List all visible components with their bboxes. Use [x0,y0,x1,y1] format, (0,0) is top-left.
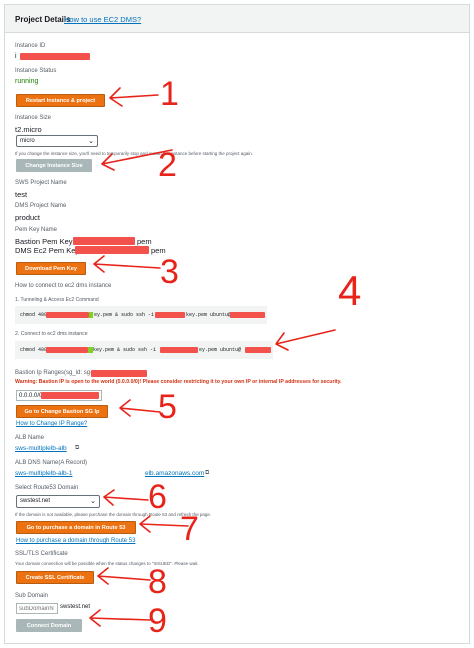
dms-pem-suffix: pem [151,246,166,255]
redaction [245,347,271,353]
change-ip-range-link[interactable]: How to Change IP Range? [16,421,87,427]
project-details-panel: Project Details How to use EC2 DMS? Inst… [4,4,470,644]
page-title: Project Details [15,15,71,24]
redaction [20,53,90,60]
cmd1-end: key.pem ubuntu@ [186,312,232,318]
connect-domain-button[interactable]: Connect Domain [16,619,82,632]
sws-project-value: test [15,190,28,199]
create-ssl-button[interactable]: Create SSL Certificate [16,571,94,584]
pem-key-label: Pem Key Name [15,227,58,233]
alb-name-label: ALB Name [15,435,45,441]
external-link-icon[interactable]: ⧉ [205,470,209,477]
redaction [230,312,265,318]
instance-id-value: i [15,53,17,60]
external-link-icon[interactable]: ⧉ [75,445,79,452]
alb-dns-label: ALB DNS Name(A Record) [15,460,88,466]
route53-label: Select Route53 Domain [15,485,79,491]
subdomain-suffix: swstest.net [60,604,91,610]
subdomain-label: Sub Domain [15,593,49,599]
chevron-down-icon: ⌄ [90,498,96,505]
change-instance-size-button[interactable]: Change Instance Size [16,159,92,172]
instance-id-label: Instance ID [15,43,46,49]
ssl-label: SSL/TLS Certificate [15,551,68,557]
route53-help: If the domain is not available, please p… [15,512,212,517]
alb-dns-link-end[interactable]: elb.amazonaws.com [145,470,204,477]
connect-title: How to connect to ec2 dms instance [15,283,112,289]
cmd2-start: chmod 400 [20,347,48,353]
restart-instance-button[interactable]: Restart Instance & project [16,94,105,107]
redaction [73,237,135,245]
redaction [46,312,89,318]
instance-size-label: Instance Size [15,115,52,121]
route53-selected: swstest.net [20,498,51,504]
change-bastion-sg-button[interactable]: Go to Change Bastion SG Ip [16,405,108,418]
instance-status-label: Instance Status [15,68,57,74]
help-link[interactable]: How to use EC2 DMS? [64,15,141,24]
chevron-down-icon: ⌄ [88,138,94,145]
bastion-ip-warning: Warning: Bastion IP is open to the world… [15,379,342,385]
connect-step2: 2. Connect to ec2 dms instance [15,331,88,337]
redaction [46,347,88,353]
ssl-help: Your domain connection will be possible … [15,561,199,566]
cmd2-mid: key.pem & sudo ssh -i ./ [93,347,166,353]
bastion-ip-value: 0.0.0.0/0 [19,393,43,399]
dms-project-value: product [15,213,41,222]
alb-dns-link-start[interactable]: sws-multiplelb-alb-1 [15,470,72,477]
download-pem-button[interactable]: Download Pem Key [16,262,86,275]
bastion-pem-suffix: pem [137,237,152,246]
panel-header: Project Details How to use EC2 DMS? [5,5,469,33]
cmd1-start: chmod 400 [20,312,48,318]
redaction [155,312,185,318]
dms-pem-label: DMS Ec2 Pem Key: [15,246,82,255]
connect-step1: 1. Tunneling & Access Ec2 Command [15,297,99,303]
instance-size-selected: micro [20,138,35,144]
bastion-ip-label: Bastion Ip Ranges(sg_id: sg- [15,370,93,376]
instance-status-value: running [15,78,39,85]
sws-project-label: SWS Project Name [15,180,67,186]
highlight [89,312,93,318]
redaction [75,246,149,254]
bastion-pem-label: Bastion Pem Key: [15,237,75,246]
purchase-domain-link[interactable]: How to purchase a domain through Route 5… [16,538,135,544]
purchase-domain-button[interactable]: Go to purchase a domain in Route 53 [16,521,136,534]
route53-domain-select[interactable]: swstest.net ⌄ [16,495,100,508]
cmd1-mid: ey.pem & sudo ssh -i ./ [94,312,164,318]
instance-size-value: t2.micro [15,125,42,134]
instance-size-help: If you change the instance size, you'll … [15,151,253,156]
instance-size-select[interactable]: micro ⌄ [16,135,98,147]
redaction [91,370,147,377]
cmd2-end: ey.pem ubuntu@ [199,347,242,353]
subdomain-input[interactable] [16,603,58,614]
redaction [41,392,99,399]
dms-project-label: DMS Project Name [15,203,67,209]
redaction [160,347,198,353]
alb-name-link[interactable]: sws-multiplelb-alb [15,445,67,452]
